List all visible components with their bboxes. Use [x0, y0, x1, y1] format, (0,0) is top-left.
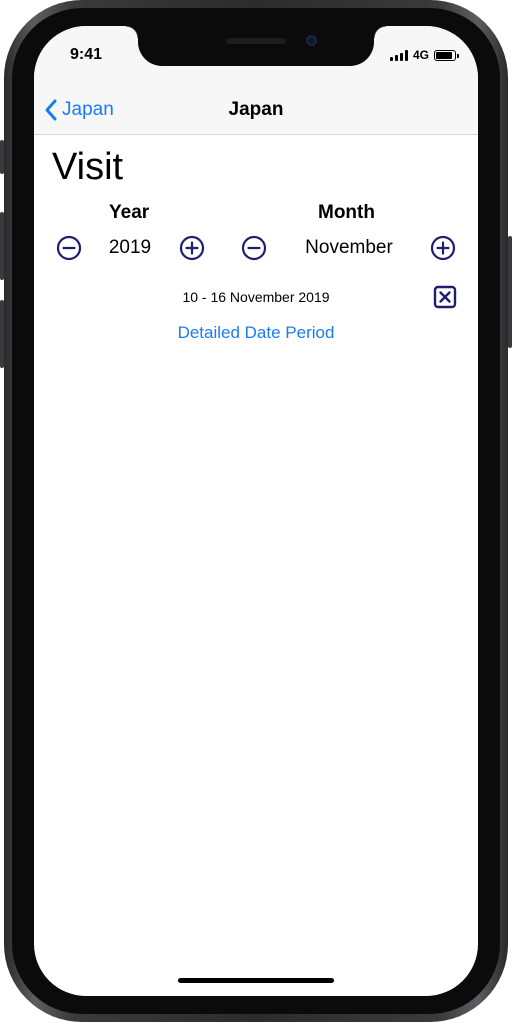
- phone-side-button: [0, 140, 4, 174]
- month-label: Month: [318, 202, 375, 223]
- close-square-icon[interactable]: [433, 285, 457, 309]
- year-decrement-button[interactable]: [56, 235, 82, 261]
- navigation-bar: Japan Japan: [34, 86, 478, 135]
- status-time: 9:41: [70, 46, 103, 63]
- year-value: 2019: [108, 237, 152, 258]
- home-indicator[interactable]: [178, 978, 334, 983]
- network-type: 4G: [412, 48, 429, 62]
- phone-side-button: [0, 300, 4, 368]
- detailed-date-period-link[interactable]: Detailed Date Period: [34, 323, 478, 343]
- signal-bars-icon: [389, 49, 408, 61]
- app-screen: 9:41 4G Japan Japan Visit Year Month 201…: [34, 26, 478, 996]
- page: 9:41 4G Japan Japan Visit Year Month 201…: [0, 0, 512, 1024]
- front-camera: [306, 35, 317, 46]
- month-value: November: [305, 237, 393, 258]
- nav-title: Japan: [228, 99, 284, 120]
- phone-side-button: [508, 236, 512, 348]
- status-icons: 4G: [389, 48, 459, 62]
- year-increment-button[interactable]: [179, 235, 205, 261]
- month-decrement-button[interactable]: [241, 235, 267, 261]
- month-increment-button[interactable]: [430, 235, 456, 261]
- speaker-grille: [226, 38, 286, 44]
- battery-icon: [434, 49, 459, 61]
- phone-notch: [126, 26, 386, 66]
- year-label: Year: [109, 202, 150, 223]
- date-period-text: 10 - 16 November 2019: [182, 289, 330, 305]
- phone-side-button: [0, 212, 4, 280]
- page-title: Visit: [52, 146, 124, 188]
